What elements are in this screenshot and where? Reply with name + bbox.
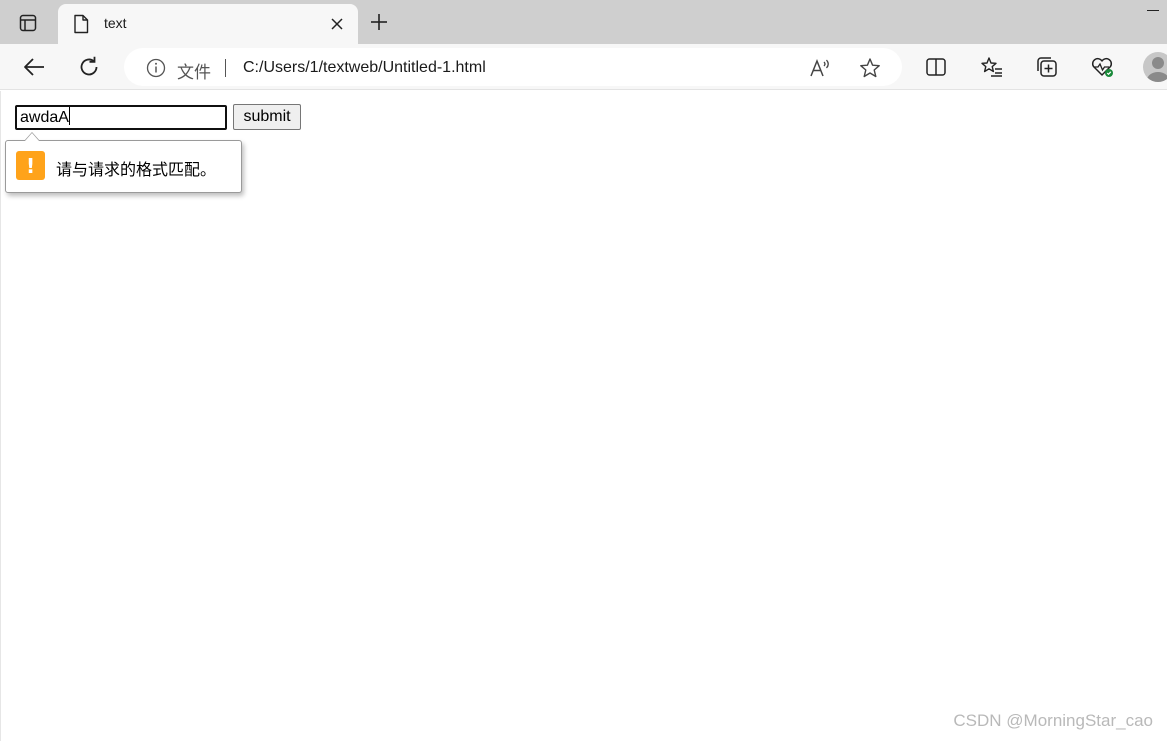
- submit-button[interactable]: submit: [233, 104, 301, 130]
- favorites-list-icon[interactable]: [977, 52, 1007, 82]
- tab-title: text: [104, 15, 127, 31]
- validation-message: 请与请求的格式匹配。: [56, 160, 217, 179]
- scheme-label: 文件: [177, 63, 211, 82]
- plus-icon: [371, 14, 387, 30]
- page-icon: [72, 14, 90, 34]
- tab-strip: text: [0, 0, 1167, 44]
- split-screen-icon[interactable]: [921, 52, 951, 82]
- tab-active[interactable]: text: [58, 4, 358, 44]
- warning-icon: !: [16, 151, 45, 180]
- read-aloud-icon[interactable]: [809, 57, 831, 79]
- divider: [225, 59, 226, 77]
- page-content: awdaA submit ! 请与请求的格式匹配。 CSDN @MorningS…: [0, 91, 1167, 741]
- heartbeat-icon[interactable]: [1087, 52, 1117, 82]
- profile-icon[interactable]: [1143, 52, 1167, 82]
- close-icon[interactable]: [328, 15, 346, 33]
- info-icon[interactable]: [146, 58, 166, 78]
- url-text[interactable]: C:/Users/1/textweb/Untitled-1.html: [243, 59, 486, 77]
- back-arrow-icon: [24, 58, 44, 76]
- tab-actions-icon[interactable]: [8, 8, 48, 38]
- star-icon[interactable]: [859, 57, 881, 79]
- refresh-button[interactable]: [74, 52, 104, 82]
- back-button[interactable]: [19, 52, 49, 82]
- collections-icon[interactable]: [1032, 52, 1062, 82]
- text-caret: [68, 107, 70, 125]
- watermark: CSDN @MorningStar_cao: [953, 711, 1153, 730]
- text-input[interactable]: awdaA: [15, 105, 227, 130]
- refresh-icon: [80, 56, 98, 76]
- tooltip-arrow: [24, 132, 40, 141]
- address-bar[interactable]: 文件 C:/Users/1/textweb/Untitled-1.html: [124, 48, 902, 86]
- new-tab-button[interactable]: [366, 9, 392, 35]
- browser-toolbar: 文件 C:/Users/1/textweb/Untitled-1.html: [0, 44, 1167, 90]
- validation-tooltip: ! 请与请求的格式匹配。: [5, 132, 242, 193]
- minimize-button[interactable]: [1147, 10, 1159, 11]
- input-value: awdaA: [20, 109, 69, 126]
